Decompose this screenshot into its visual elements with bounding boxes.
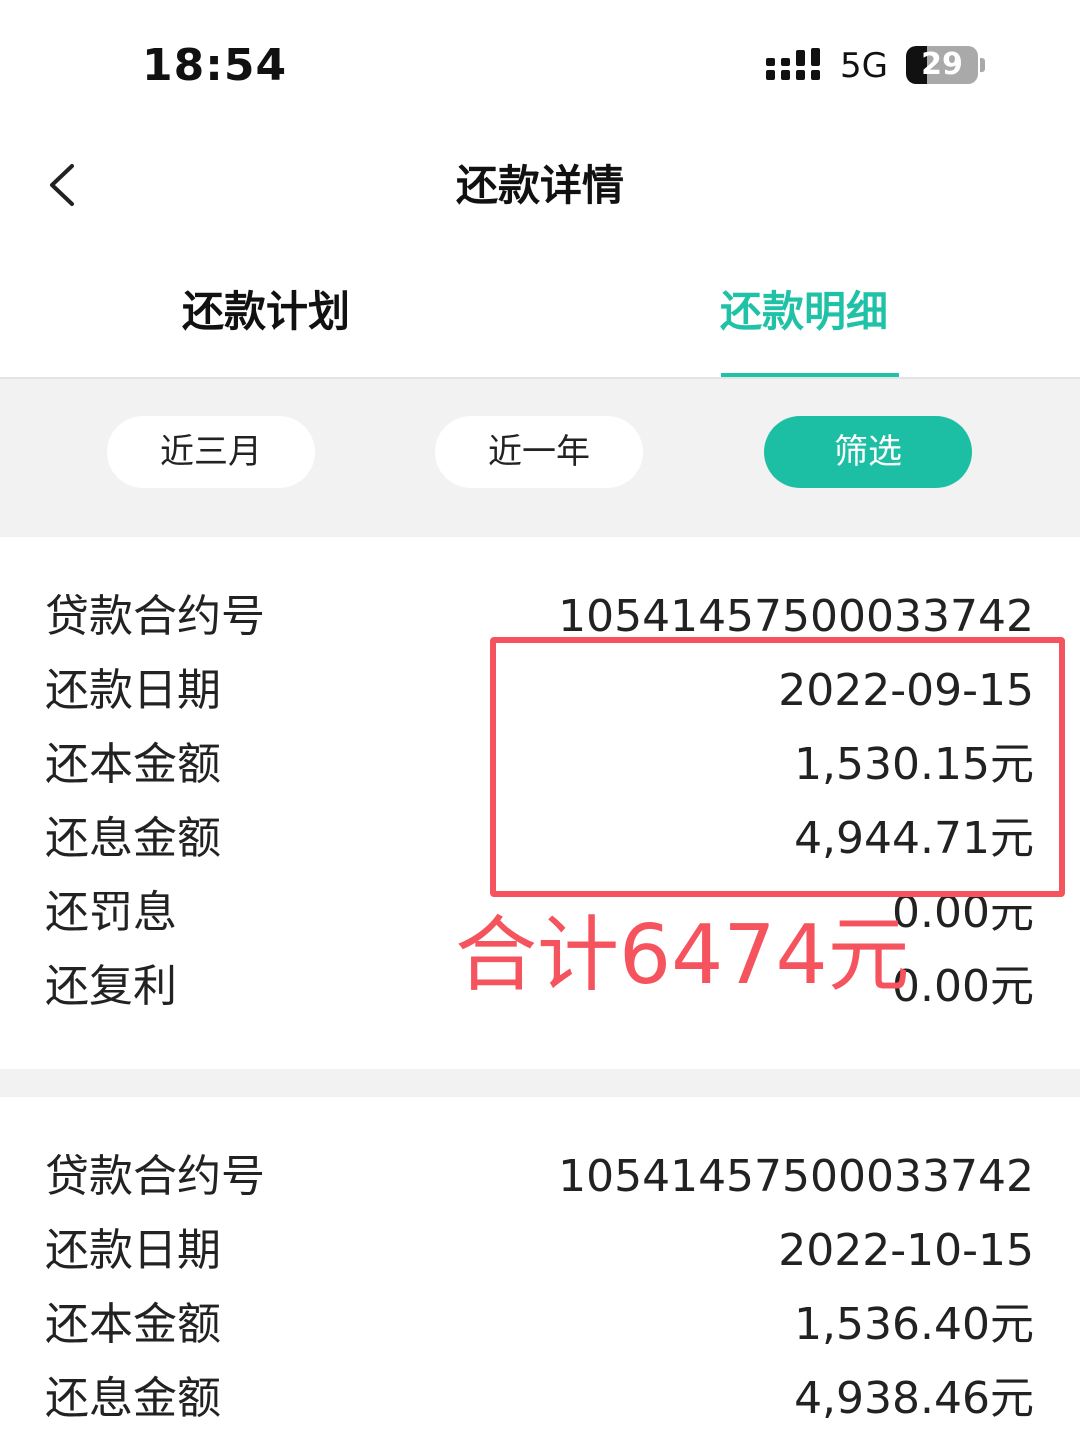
row-value: 1,536.40元 bbox=[794, 1299, 1034, 1350]
page-title: 还款详情 bbox=[455, 161, 624, 210]
network-type: 5G bbox=[840, 46, 888, 86]
record-row: 贷款合约号 10541457500033742 bbox=[0, 1140, 1080, 1214]
row-value: 0.00元 bbox=[892, 961, 1034, 1012]
repayment-record: 贷款合约号 10541457500033742 还款日期 2022-10-15 … bbox=[0, 1097, 1080, 1440]
row-value: 10541457500033742 bbox=[558, 1151, 1034, 1202]
row-label: 还款日期 bbox=[45, 1225, 221, 1276]
row-label: 还本金额 bbox=[45, 739, 221, 790]
row-label: 贷款合约号 bbox=[45, 591, 265, 642]
row-label: 还息金额 bbox=[45, 1373, 221, 1424]
row-label: 还罚息 bbox=[45, 887, 177, 938]
tab-repayment-plan[interactable]: 还款计划 bbox=[182, 278, 350, 339]
filter-button[interactable]: 筛选 bbox=[764, 416, 972, 488]
filter-last-three-months[interactable]: 近三月 bbox=[107, 416, 315, 488]
annotation-highlight-box bbox=[490, 637, 1065, 897]
row-label: 贷款合约号 bbox=[45, 1151, 265, 1202]
filter-bar: 近三月 近一年 筛选 bbox=[0, 379, 1080, 537]
battery-cap bbox=[980, 58, 985, 72]
row-label: 还息金额 bbox=[45, 813, 221, 864]
row-value: 2022-10-15 bbox=[778, 1225, 1034, 1276]
annotation-total-text: 合计6474元 bbox=[455, 908, 910, 1003]
status-time: 18:54 bbox=[142, 40, 288, 91]
row-value: 4,938.46元 bbox=[794, 1373, 1034, 1424]
row-label: 还本金额 bbox=[45, 1299, 221, 1350]
record-row: 还本金额 1,536.40元 bbox=[0, 1288, 1080, 1362]
record-row: 还款日期 2022-10-15 bbox=[0, 1214, 1080, 1288]
record-separator bbox=[0, 1069, 1080, 1097]
record-row: 还息金额 4,938.46元 bbox=[0, 1362, 1080, 1436]
tab-repayment-detail[interactable]: 还款明细 bbox=[720, 278, 888, 339]
filter-last-year[interactable]: 近一年 bbox=[435, 416, 643, 488]
status-bar: 18:54 5G 29 bbox=[0, 0, 1080, 130]
row-label: 还款日期 bbox=[45, 665, 221, 716]
row-label: 还复利 bbox=[45, 961, 177, 1012]
battery-level: 29 bbox=[921, 47, 963, 82]
signal-icon bbox=[766, 48, 820, 80]
battery-icon: 29 bbox=[906, 46, 978, 84]
